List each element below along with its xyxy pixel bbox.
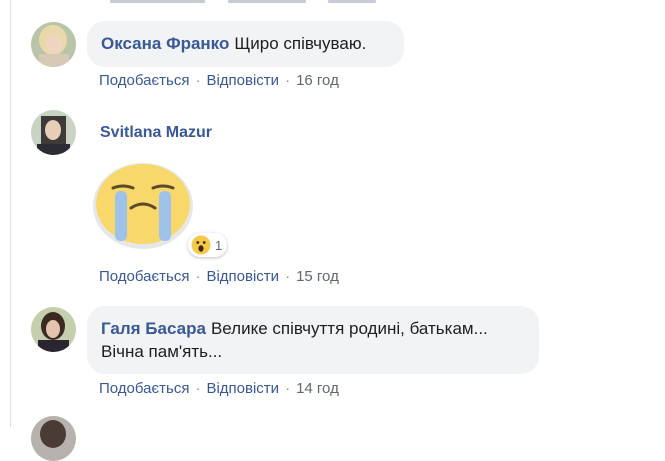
separator: ·: [285, 268, 291, 285]
crying-face-sticker: [93, 163, 193, 249]
previous-comment-actions-cutoff: [110, 0, 410, 4]
separator: ·: [195, 268, 201, 285]
like-link[interactable]: Подобається: [99, 268, 189, 285]
separator: ·: [285, 380, 291, 397]
comment-author-link[interactable]: Оксана Франко: [101, 34, 229, 53]
comment-text-continued: Вічна пам'ять...: [101, 342, 223, 361]
comment-bubble: Галя Басара Велике співчуття родині, бать…: [87, 306, 539, 374]
timestamp[interactable]: 14 год: [296, 380, 339, 397]
comment-actions: Подобається · Відповісти · 16 год: [99, 72, 339, 89]
comment-bubble: Оксана Франко Щиро співчуваю.: [87, 21, 404, 67]
reaction-count: 1: [215, 237, 223, 253]
like-link[interactable]: Подобається: [99, 380, 189, 397]
separator: ·: [195, 380, 201, 397]
thread-rule: [10, 0, 11, 427]
timestamp[interactable]: 16 год: [296, 72, 339, 89]
comment-author-link[interactable]: Svitlana Mazur: [100, 124, 212, 142]
separator: ·: [285, 72, 291, 89]
like-link[interactable]: Подобається: [99, 72, 189, 89]
avatar[interactable]: [31, 110, 76, 155]
reply-link[interactable]: Відповісти: [206, 380, 279, 397]
avatar[interactable]: [31, 307, 76, 352]
comment-text: Щиро співчуваю.: [234, 34, 367, 53]
wow-reaction-icon: [191, 235, 211, 255]
reply-link[interactable]: Відповісти: [206, 72, 279, 89]
separator: ·: [195, 72, 201, 89]
timestamp[interactable]: 15 год: [296, 268, 339, 285]
reply-link[interactable]: Відповісти: [206, 268, 279, 285]
avatar[interactable]: [31, 22, 76, 67]
comment-text: Велике співчуття родині, батькам...: [210, 319, 488, 338]
comment-actions: Подобається · Відповісти · 14 год: [99, 380, 339, 397]
avatar[interactable]: [31, 416, 76, 461]
reaction-summary[interactable]: 1: [188, 233, 228, 257]
comment-actions: Подобається · Відповісти · 15 год: [99, 268, 339, 285]
comment-author-link[interactable]: Галя Басара: [101, 319, 206, 338]
